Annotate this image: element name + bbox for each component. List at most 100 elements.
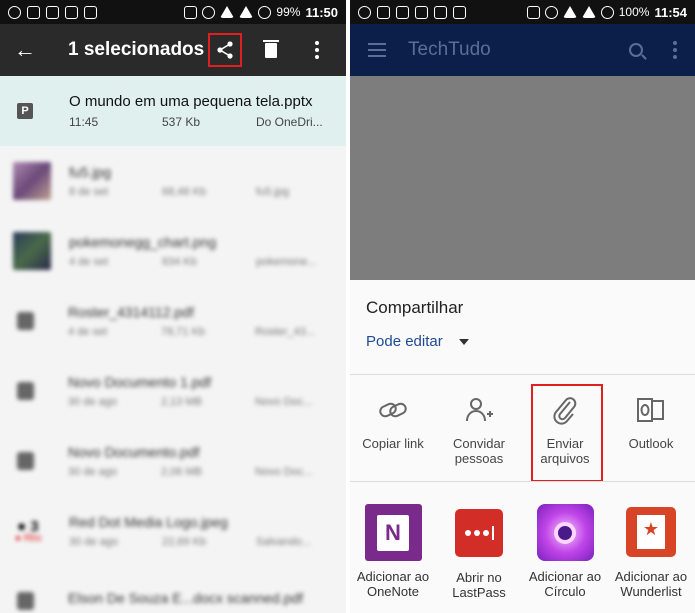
download-icon xyxy=(415,5,428,19)
mail-icon xyxy=(46,5,59,19)
image-thumbnail xyxy=(13,232,51,270)
vibrate-icon xyxy=(184,5,198,19)
signal-icon xyxy=(581,6,596,18)
share-options: Copiar link Convidar pessoas Enviar arqu… xyxy=(350,384,695,480)
file-name: Roster_4314112.pdf xyxy=(68,304,194,320)
selection-count-title: 1 selecionados xyxy=(68,39,205,60)
delete-button[interactable] xyxy=(254,33,288,67)
dimmed-overlay[interactable] xyxy=(350,76,695,280)
outlook-option[interactable]: Outlook xyxy=(608,384,694,480)
file-size: 68,48 Kb xyxy=(162,186,207,198)
option-label: Copiar link xyxy=(362,436,424,451)
clock: 11:54 xyxy=(654,4,687,20)
signal-icon xyxy=(239,6,254,18)
wifi-icon xyxy=(220,6,235,18)
file-source: Salvando... xyxy=(256,536,312,548)
file-size: 22,69 Kb xyxy=(162,536,207,548)
more-vert-icon[interactable] xyxy=(673,41,677,59)
image-notification-icon xyxy=(396,5,409,19)
file-date: 30 de ago xyxy=(69,536,118,548)
vibrate-icon xyxy=(526,5,540,19)
permission-dropdown[interactable]: Pode editar xyxy=(366,333,469,350)
file-time: 11:45 xyxy=(69,115,99,129)
list-item[interactable]: Roster_4314112.pdf 4 de set 78,71 Kb Roste… xyxy=(0,286,346,356)
file-date: 30 de ago xyxy=(68,466,117,478)
divider xyxy=(350,374,695,375)
outlook-notification-icon xyxy=(65,5,78,19)
image-notification-icon xyxy=(84,5,97,19)
trash-icon xyxy=(263,39,279,58)
circulo-app[interactable]: Adicionar ao Círculo xyxy=(522,504,608,600)
file-date: 4 de set xyxy=(69,256,109,268)
app-label: Adicionar ao Wunderlist xyxy=(614,569,688,599)
search-icon[interactable] xyxy=(629,43,643,57)
file-name: pokemonegg_chart.png xyxy=(69,234,217,250)
onenote-app[interactable]: N Adicionar ao OneNote xyxy=(350,504,436,600)
file-name: Novo Documento.pdf xyxy=(68,444,200,460)
wunderlist-app[interactable]: ★ Adicionar ao Wunderlist xyxy=(608,504,694,600)
selected-file-row[interactable]: P O mundo em uma pequena tela.pptx 11:45… xyxy=(0,76,346,146)
app-label: Adicionar ao Círculo xyxy=(528,569,602,599)
battery-percent: 100% xyxy=(618,5,650,19)
logo-thumbnail: ● 3 ● Rbs xyxy=(15,518,42,544)
list-item[interactable]: Novo Documento.pdf 30 de ago 2,06 MB Novo … xyxy=(0,426,346,496)
share-screen: 100% 11:54 TechTudo Compartilhar Pode ed… xyxy=(350,0,695,613)
dropdown-arrow-icon xyxy=(458,338,469,345)
selection-toolbar: ← 1 selecionados xyxy=(0,24,346,76)
battery-percent: 99% xyxy=(276,5,301,19)
file-name: O mundo em uma pequena tela.pptx xyxy=(69,93,313,110)
link-icon xyxy=(379,402,407,418)
pdf-file-icon xyxy=(17,312,34,330)
divider xyxy=(350,481,695,482)
battery-saver-icon xyxy=(600,5,614,19)
file-size: 537 Kb xyxy=(162,115,201,129)
image-thumbnail xyxy=(13,162,51,200)
permission-label: Pode editar xyxy=(366,333,443,350)
more-vert-icon[interactable] xyxy=(300,33,334,67)
share-sheet: Compartilhar Pode editar Copiar link Con… xyxy=(350,280,695,613)
file-size: 2,13 MB xyxy=(161,396,202,408)
list-item[interactable]: pokemonegg_chart.png 4 de set 834 Kb pokem… xyxy=(0,216,346,286)
files-screen: 99% 11:50 ← 1 selecionados P O mundo em … xyxy=(0,0,346,613)
battery-saver-icon xyxy=(258,5,272,19)
copy-link-option[interactable]: Copiar link xyxy=(350,384,436,480)
app-label: Abrir no LastPass xyxy=(452,570,506,600)
whatsapp-icon xyxy=(8,5,21,19)
list-item[interactable]: fu5.jpg 8 de set 68,48 Kb fu5.jpg xyxy=(0,146,346,216)
file-date: 4 de set xyxy=(68,326,108,338)
file-source: Novo Doc... xyxy=(255,396,313,408)
file-list: fu5.jpg 8 de set 68,48 Kb fu5.jpg pokemone… xyxy=(0,146,346,613)
download-icon xyxy=(27,5,40,19)
file-name: Elson De Souza E...docx scanned.pdf xyxy=(68,590,304,606)
file-size: 834 Kb xyxy=(162,256,197,268)
lastpass-app[interactable]: Abrir no LastPass xyxy=(436,504,522,600)
file-source: fu5.jpg xyxy=(256,186,290,198)
share-title: Compartilhar xyxy=(366,298,464,317)
image-notification-icon xyxy=(377,5,390,19)
clock: 11:50 xyxy=(305,4,338,20)
pptx-file-icon: P xyxy=(17,103,33,119)
file-date: 8 de set xyxy=(69,186,109,198)
list-item[interactable]: Novo Documento 1.pdf 30 de ago 2,13 MB Nov… xyxy=(0,356,346,426)
app-title: TechTudo xyxy=(408,39,491,60)
file-size: 2,06 MB xyxy=(161,466,202,478)
pdf-file-icon xyxy=(17,382,34,400)
outlook-icon xyxy=(637,398,664,422)
invite-people-option[interactable]: Convidar pessoas xyxy=(436,384,522,480)
wunderlist-icon: ★ xyxy=(626,507,676,557)
mail-icon xyxy=(434,5,447,19)
whatsapp-icon xyxy=(358,5,371,19)
file-date: 30 de ago xyxy=(68,396,117,408)
list-item[interactable]: ● 3 ● Rbs Red Dot Media Logo.jpeg 30 de a… xyxy=(0,496,346,566)
file-source: pokemone... xyxy=(256,256,317,268)
share-button[interactable] xyxy=(208,33,242,67)
file-name: fu5.jpg xyxy=(69,164,112,180)
circulo-icon xyxy=(536,504,594,561)
pdf-file-icon xyxy=(17,592,34,610)
list-item[interactable]: Elson De Souza E...docx scanned.pdf xyxy=(0,566,346,613)
outlook-notification-icon xyxy=(453,5,466,19)
arrow-back-icon[interactable]: ← xyxy=(0,37,50,63)
hamburger-icon[interactable] xyxy=(368,43,386,57)
wifi-icon xyxy=(562,6,577,18)
file-name: Red Dot Media Logo.jpeg xyxy=(69,514,228,530)
